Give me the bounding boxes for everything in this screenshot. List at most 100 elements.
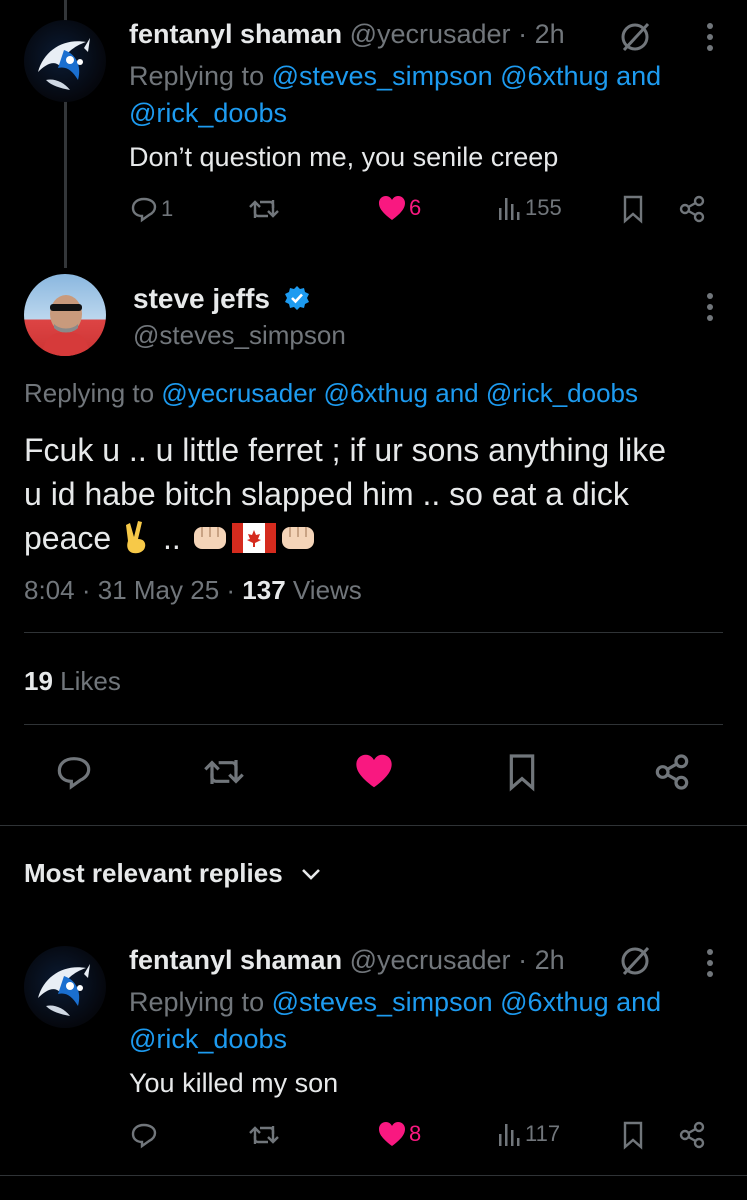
mention-link[interactable]: @rick_doobs <box>129 1024 287 1054</box>
views-label: Views <box>292 575 362 605</box>
share-button[interactable] <box>677 194 707 224</box>
display-name[interactable]: fentanyl shaman <box>129 19 342 49</box>
bookmark-icon <box>623 195 643 224</box>
tweet-time[interactable]: 8:04 <box>24 575 75 605</box>
reply-button[interactable]: 1 <box>129 194 173 224</box>
like-button[interactable]: 8 <box>377 1120 421 1148</box>
replying-prefix: Replying to <box>129 61 265 91</box>
views-count: 137 <box>242 575 286 605</box>
share-icon <box>679 195 705 223</box>
bookmark-icon <box>509 754 535 792</box>
victory-hand-emoji-icon <box>126 521 146 554</box>
replying-prefix: Replying to <box>129 987 265 1017</box>
mention-and[interactable]: and <box>435 378 478 408</box>
more-options-icon[interactable] <box>706 292 714 322</box>
divider <box>24 632 723 633</box>
main-tweet-actions <box>0 752 747 800</box>
muted-icon <box>621 946 650 976</box>
user-handle[interactable]: @yecrusader <box>350 19 511 49</box>
mention-and[interactable]: and <box>616 61 661 91</box>
tweet-text-fragment: peace <box>24 520 112 556</box>
tweet-meta: 8:04 · 31 May 25 · 137 Views <box>24 575 362 606</box>
reply-button[interactable] <box>129 1120 159 1150</box>
tweet-text-fragment: .. <box>162 520 181 556</box>
divider <box>24 724 723 725</box>
like-button[interactable] <box>353 752 395 790</box>
bookmark-button[interactable] <box>621 1120 645 1150</box>
timestamp[interactable]: · 2h <box>518 945 565 975</box>
heart-filled-icon <box>379 196 405 220</box>
more-options-icon[interactable] <box>706 948 714 978</box>
reply-icon <box>131 197 157 223</box>
likes-label: Likes <box>60 666 121 696</box>
fist-emoji-icon <box>193 527 226 549</box>
bookmark-button[interactable] <box>621 194 645 224</box>
meta-separator: · <box>81 575 91 605</box>
replying-prefix: Replying to <box>24 378 155 408</box>
retweet-icon <box>204 760 244 784</box>
replies-sort-dropdown[interactable]: Most relevant replies <box>24 858 321 889</box>
display-name[interactable]: steve jeffs <box>133 283 270 314</box>
share-button[interactable] <box>677 1120 707 1150</box>
retweet-button[interactable] <box>247 1120 281 1150</box>
likes-summary[interactable]: 19 Likes <box>24 666 121 697</box>
tweet-text: Don’t question me, you senile creep <box>129 142 559 172</box>
analytics-icon <box>499 198 520 220</box>
analytics-icon <box>499 1124 520 1146</box>
tweet-date[interactable]: 31 May 25 <box>98 575 219 605</box>
reply-icon <box>57 757 91 790</box>
retweet-button[interactable] <box>201 752 247 792</box>
mention-links[interactable]: @yecrusader @6xthug <box>161 378 428 408</box>
timestamp[interactable]: · 2h <box>518 19 565 49</box>
divider <box>0 1175 747 1176</box>
user-handle[interactable]: @steves_simpson <box>133 318 346 352</box>
canada-flag-emoji-icon <box>231 523 276 553</box>
views-button[interactable]: 155 <box>497 194 562 222</box>
tweet-actions: 8 117 <box>129 1120 723 1160</box>
like-count: 8 <box>409 1121 422 1146</box>
reply-icon <box>131 1123 157 1149</box>
user-handle[interactable]: @yecrusader <box>350 945 511 975</box>
avatar[interactable] <box>24 946 106 1028</box>
replying-to: Replying to @steves_simpson @6xthug and … <box>129 58 723 132</box>
retweet-icon <box>249 1126 279 1144</box>
mention-links[interactable]: @steves_simpson @6xthug <box>272 987 609 1017</box>
share-icon <box>679 1121 705 1149</box>
main-tweet-text: Fcuk u .. u little ferret ; if ur sons a… <box>24 428 723 560</box>
view-count: 117 <box>525 1121 561 1146</box>
reply-button[interactable] <box>54 752 94 792</box>
meta-separator: · <box>226 575 236 605</box>
mention-and[interactable]: and <box>616 987 661 1017</box>
avatar[interactable] <box>24 274 106 356</box>
bookmark-button[interactable] <box>505 752 539 792</box>
share-button[interactable] <box>652 752 692 792</box>
mention-link[interactable]: @rick_doobs <box>486 378 638 408</box>
replies-sort-label: Most relevant replies <box>24 858 283 888</box>
divider <box>0 825 747 826</box>
heart-filled-icon <box>379 1122 405 1146</box>
retweet-button[interactable] <box>247 194 281 224</box>
chevron-down-icon <box>301 868 320 880</box>
bookmark-icon <box>623 1121 643 1150</box>
display-name[interactable]: fentanyl shaman <box>129 945 342 975</box>
tweet-text-line: u id habe bitch slapped him .. so eat a … <box>24 476 629 512</box>
muted-icon <box>621 22 650 52</box>
more-options-icon[interactable] <box>706 22 714 52</box>
views-button[interactable]: 117 <box>497 1120 560 1148</box>
share-icon <box>655 754 689 790</box>
like-button[interactable]: 6 <box>377 194 421 222</box>
likes-count: 19 <box>24 666 53 696</box>
tweet-text: You killed my son <box>129 1068 339 1098</box>
retweet-icon <box>249 200 279 218</box>
mention-links[interactable]: @steves_simpson @6xthug <box>272 61 609 91</box>
verified-badge-icon <box>284 286 309 310</box>
like-count: 6 <box>409 195 422 220</box>
main-tweet-author[interactable]: steve jeffs @steves_simpson <box>133 282 346 352</box>
tweet-text-line: peace .. <box>24 516 723 560</box>
avatar[interactable] <box>24 20 106 102</box>
mention-link[interactable]: @rick_doobs <box>129 98 287 128</box>
tweet-actions: 1 6 155 <box>129 194 723 234</box>
replying-to: Replying to @steves_simpson @6xthug and … <box>129 984 723 1058</box>
tweet-text-line: Fcuk u .. u little ferret ; if ur sons a… <box>24 432 667 468</box>
fist-emoji-icon <box>281 527 314 549</box>
